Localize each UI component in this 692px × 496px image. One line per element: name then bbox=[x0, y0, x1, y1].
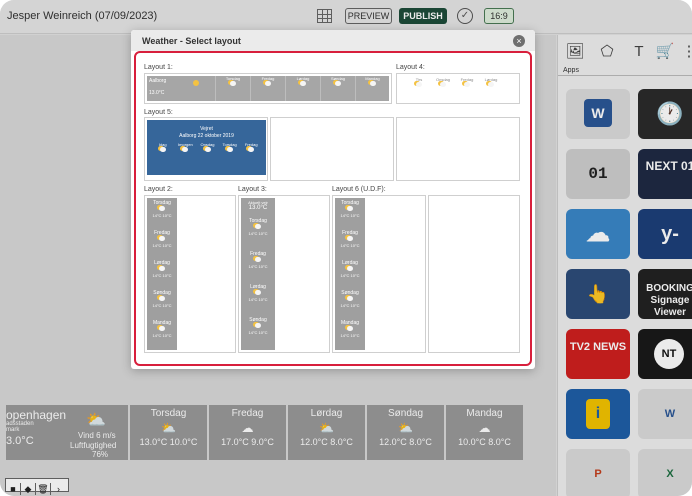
cloud-sun-icon bbox=[416, 82, 422, 87]
cloud-sun-icon bbox=[159, 296, 165, 301]
layout-5-thumbnail: Vejret Aalborg 22 oktober 2019 Idag Imor… bbox=[147, 120, 266, 175]
cloud-sun-icon bbox=[226, 147, 233, 152]
current-temp: 13.0°C bbox=[248, 205, 268, 211]
layout-5-option[interactable]: Vejret Aalborg 22 oktober 2019 Idag Imor… bbox=[144, 117, 268, 181]
cloud-sun-icon bbox=[159, 266, 165, 271]
cloud-sun-icon bbox=[265, 81, 271, 86]
cloud-sun-icon bbox=[369, 81, 376, 86]
cloud-sun-icon bbox=[300, 81, 306, 86]
thumb-day: Idag bbox=[152, 142, 174, 153]
thumb-subtitle: Aalborg 22 oktober 2019 bbox=[179, 133, 234, 139]
layout-4-option[interactable]: Tirs Onsdag Fredag Lørdag bbox=[396, 73, 520, 104]
layout-4-label: Layout 4: bbox=[396, 64, 425, 71]
layout-6-label: Layout 6 (U.D.F): bbox=[332, 186, 386, 193]
thumb-temps: 14°C 10°C bbox=[152, 213, 172, 218]
cloud-sun-icon bbox=[204, 147, 211, 152]
sun-icon bbox=[193, 80, 199, 86]
layout-6-thumbnail: Torsdag 14°C 10°C Fredag 14°C 10°C Lørdag 1… bbox=[335, 198, 365, 350]
cloud-sun-icon bbox=[159, 236, 165, 241]
thumb-temps: 14°C 10°C bbox=[152, 273, 172, 278]
thumb-temps: 14°C 10°C bbox=[248, 297, 268, 302]
cloud-sun-icon bbox=[159, 326, 165, 331]
empty-layout-slot bbox=[270, 117, 394, 181]
select-layout-dialog: Weather - Select layout × Layout 1: Aalb… bbox=[131, 30, 535, 369]
cloud-sun-icon bbox=[230, 81, 236, 86]
thumb-temps: 14°C 10°C bbox=[340, 213, 360, 218]
thumb-temps: 14°C 10°C bbox=[340, 273, 360, 278]
thumb-temps: 14°C 10°C bbox=[248, 330, 268, 335]
layout-3-option[interactable]: Aktuelt vejr 13.0°C Torsdag 14°C 10°C Fred… bbox=[238, 195, 330, 353]
thumb-temps: 14°C 10°C bbox=[340, 333, 360, 338]
layout-6-option[interactable]: Torsdag 14°C 10°C Fredag 14°C 10°C Lørdag 1… bbox=[332, 195, 426, 353]
cloud-sun-icon bbox=[464, 82, 470, 87]
layout-3-thumbnail: Aktuelt vejr 13.0°C Torsdag 14°C 10°C Fred… bbox=[241, 198, 275, 350]
thumb-temps: 14°C 10°C bbox=[248, 231, 268, 236]
thumb-city: Aalborg bbox=[149, 78, 167, 84]
cloud-sun-icon bbox=[347, 236, 353, 241]
layout-5-label: Layout 5: bbox=[144, 109, 173, 116]
dialog-title: Weather - Select layout bbox=[142, 36, 241, 46]
thumb-temps: 14°C 10°C bbox=[152, 303, 172, 308]
cloud-sun-icon bbox=[347, 296, 353, 301]
cloud-icon bbox=[440, 82, 446, 87]
cloud-sun-icon bbox=[335, 81, 341, 86]
app-window: Jesper Weinreich (07/09/2023) PREVIEW PU… bbox=[0, 0, 692, 496]
cloud-sun-icon bbox=[159, 206, 165, 211]
thumb-title: Vejret bbox=[200, 126, 213, 132]
thumb-temps: 14°C 10°C bbox=[152, 243, 172, 248]
thumb-day: Imorgen bbox=[175, 142, 196, 153]
layout-1-label: Layout 1: bbox=[144, 64, 173, 71]
cloud-sun-icon bbox=[255, 257, 261, 262]
empty-layout-slot bbox=[428, 195, 520, 353]
layout-1-thumbnail: Aalborg 13.0°C Torsdag Fredag Lørdag Søn… bbox=[147, 76, 389, 101]
layout-2-label: Layout 2: bbox=[144, 186, 173, 193]
cloud-sun-icon bbox=[248, 147, 255, 152]
cloud-sun-icon bbox=[347, 326, 353, 331]
thumb-temps: 14°C 10°C bbox=[248, 264, 268, 269]
empty-layout-slot bbox=[396, 117, 520, 181]
layout-2-option[interactable]: Torsdag 14°C 10°C Fredag 14°C 10°C Lørdag 1… bbox=[144, 195, 236, 353]
layout-grid: Layout 1: Aalborg 13.0°C Torsdag Fredag … bbox=[134, 51, 532, 366]
cloud-sun-icon bbox=[255, 224, 261, 229]
cloud-sun-icon bbox=[255, 290, 261, 295]
cloud-sun-icon bbox=[159, 147, 166, 152]
thumb-day: Onsdag bbox=[197, 142, 218, 153]
layout-2-thumbnail: Torsdag 14°C 10°C Fredag 14°C 10°C Lørdag 1… bbox=[147, 198, 177, 350]
thumb-temps: 14°C 10°C bbox=[340, 303, 360, 308]
cloud-sun-icon bbox=[255, 323, 261, 328]
cloud-sun-icon bbox=[347, 206, 353, 211]
layout-1-option[interactable]: Aalborg 13.0°C Torsdag Fredag Lørdag Søn… bbox=[144, 73, 392, 104]
cloud-sun-icon bbox=[488, 82, 494, 87]
thumb-day: Torsdag bbox=[219, 142, 240, 153]
dialog-header: Weather - Select layout × bbox=[131, 30, 535, 51]
cloud-sun-icon bbox=[347, 266, 353, 271]
thumb-temps: 14°C 10°C bbox=[340, 243, 360, 248]
thumb-temps: 14°C 10°C bbox=[152, 333, 172, 338]
layout-3-label: Layout 3: bbox=[238, 186, 267, 193]
cloud-icon bbox=[182, 147, 189, 152]
thumb-temp: 13.0°C bbox=[149, 90, 165, 96]
thumb-day: Fredag bbox=[241, 142, 261, 153]
close-icon[interactable]: × bbox=[513, 35, 525, 47]
